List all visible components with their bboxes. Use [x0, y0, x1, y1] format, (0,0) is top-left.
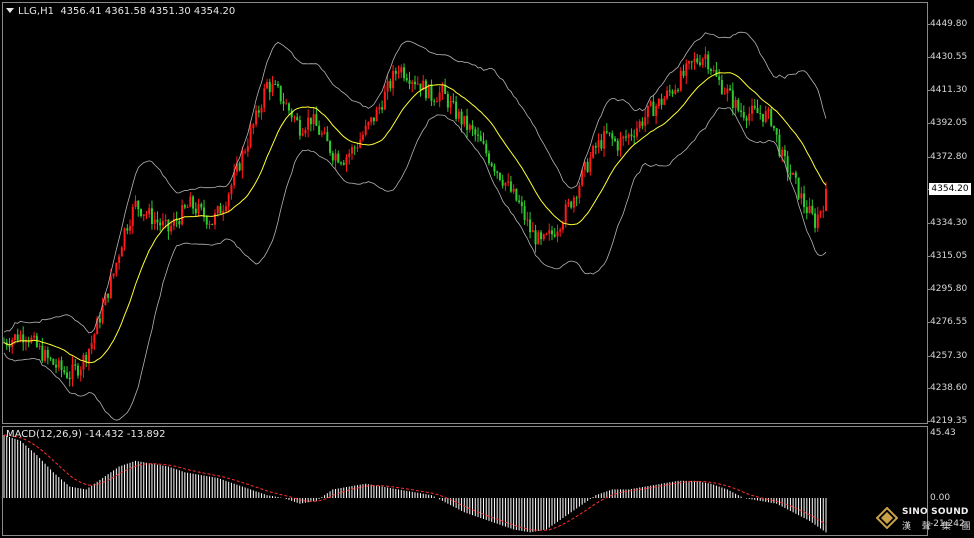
price-tick-mark [927, 322, 930, 324]
price-tick-mark [927, 355, 930, 357]
macd-tick-label: 45.43 [930, 428, 956, 438]
price-tick-label: 4295.80 [930, 284, 968, 295]
price-tick-label: 4238.60 [930, 382, 968, 393]
logo-text-cn: 漢 聲 集 團 [902, 522, 974, 532]
macd-tick-label: 0.00 [930, 493, 951, 503]
sino-sound-logo: SINO SOUND 漢 聲 集 團 [874, 503, 972, 535]
quote-header: LLG,H1 4356.41 4361.58 4351.30 4354.20 [6, 6, 235, 18]
current-price-label: 4354.20 [929, 182, 971, 195]
price-tick-mark [927, 421, 930, 422]
price-tick-label: 4449.80 [930, 19, 968, 29]
symbol-timeframe: LLG,H1 [18, 6, 54, 17]
price-tick-label: 4372.80 [930, 151, 968, 162]
macd-chart-svg [3, 434, 827, 533]
price-tick-mark [927, 387, 930, 389]
price-tick-mark [927, 222, 930, 224]
price-tick-label: 4315.05 [930, 251, 968, 262]
diamond-logo-icon [876, 507, 898, 529]
price-tick-label: 4276.55 [930, 317, 968, 328]
ohlc-values: 4356.41 4361.58 4351.30 4354.20 [60, 6, 236, 17]
macd-header: MACD(12,26,9) -14.432 -13.892 [6, 429, 166, 440]
price-tick-label: 4430.55 [930, 52, 968, 63]
price-axis[interactable] [928, 0, 974, 538]
dropdown-triangle-icon[interactable] [6, 8, 14, 13]
price-tick-label: 4257.30 [930, 350, 968, 361]
price-tick-mark [927, 156, 930, 158]
price-tick-mark [927, 289, 930, 291]
price-tick-label: 4392.05 [930, 118, 968, 129]
price-tick-mark [927, 90, 930, 92]
price-tick-mark [927, 123, 930, 125]
price-tick-label: 4334.30 [930, 217, 968, 228]
price-tick-mark [927, 24, 930, 25]
price-tick-mark [927, 256, 930, 258]
price-tick-mark [927, 57, 930, 59]
price-tick-label: 4411.30 [930, 85, 968, 96]
logo-text-en: SINO SOUND [902, 507, 969, 517]
price-tick-label: 4219.35 [930, 416, 968, 426]
